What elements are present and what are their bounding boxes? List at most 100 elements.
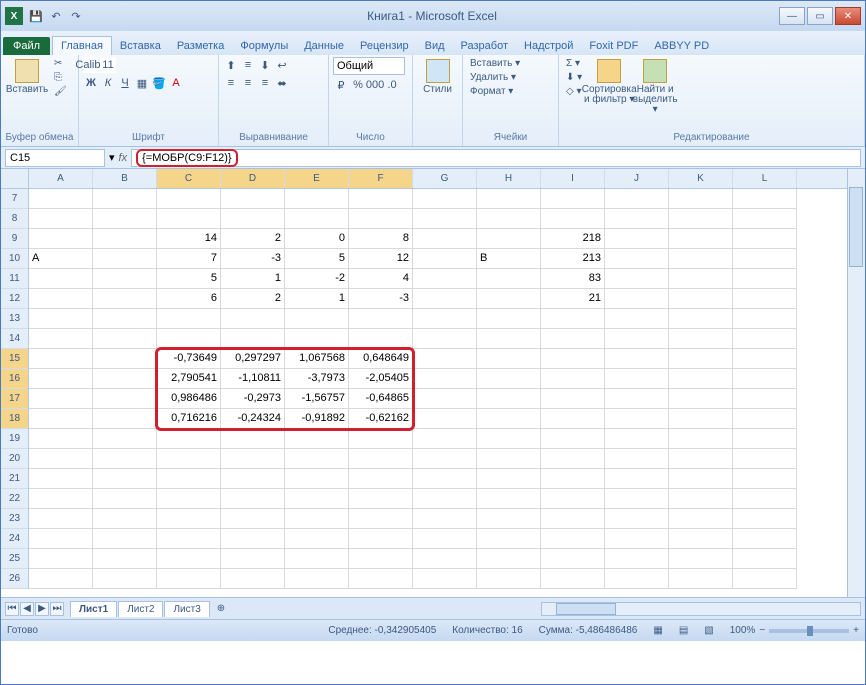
- row-header[interactable]: 8: [1, 209, 28, 229]
- sheet-nav-last-icon[interactable]: ⏭: [50, 602, 64, 616]
- tab-insert[interactable]: Вставка: [112, 37, 169, 55]
- sheet-nav-first-icon[interactable]: ⏮: [5, 602, 19, 616]
- cell[interactable]: -1,56757: [285, 389, 349, 409]
- maximize-button[interactable]: ▭: [807, 7, 833, 25]
- cell[interactable]: 21: [541, 289, 605, 309]
- redo-icon[interactable]: ↷: [67, 7, 85, 25]
- row-header[interactable]: 26: [1, 569, 28, 589]
- row-header[interactable]: 21: [1, 469, 28, 489]
- format-cells-button[interactable]: Формат ▾: [467, 85, 523, 98]
- row-header[interactable]: 25: [1, 549, 28, 569]
- col-header[interactable]: A: [29, 169, 93, 188]
- cell[interactable]: 1: [221, 269, 285, 289]
- font-color-button[interactable]: A: [168, 75, 184, 91]
- row-header[interactable]: 11: [1, 269, 28, 289]
- cell[interactable]: 2: [221, 229, 285, 249]
- row-header[interactable]: 22: [1, 489, 28, 509]
- percent-icon[interactable]: %: [350, 77, 366, 93]
- cell[interactable]: -3: [221, 249, 285, 269]
- insert-cells-button[interactable]: Вставить ▾: [467, 57, 523, 70]
- minimize-button[interactable]: —: [779, 7, 805, 25]
- row-header[interactable]: 13: [1, 309, 28, 329]
- col-header[interactable]: H: [477, 169, 541, 188]
- tab-layout[interactable]: Разметка: [169, 37, 233, 55]
- col-header[interactable]: E: [285, 169, 349, 188]
- cell[interactable]: 83: [541, 269, 605, 289]
- cell[interactable]: 1,067568: [285, 349, 349, 369]
- row-header[interactable]: 20: [1, 449, 28, 469]
- row-header[interactable]: 7: [1, 189, 28, 209]
- fill-button[interactable]: ⬇ ▾: [563, 71, 585, 84]
- cell[interactable]: 1: [285, 289, 349, 309]
- row-header[interactable]: 23: [1, 509, 28, 529]
- underline-button[interactable]: Ч: [117, 75, 133, 91]
- view-normal-icon[interactable]: ▦: [653, 625, 662, 636]
- cell[interactable]: -0,2973: [221, 389, 285, 409]
- tab-foxit[interactable]: Foxit PDF: [581, 37, 646, 55]
- cell[interactable]: 218: [541, 229, 605, 249]
- zoom-level[interactable]: 100%: [730, 625, 756, 636]
- tab-home[interactable]: Главная: [52, 36, 112, 55]
- row-header[interactable]: 14: [1, 329, 28, 349]
- number-format-combo[interactable]: Общий: [333, 57, 405, 75]
- cell[interactable]: 0,716216: [157, 409, 221, 429]
- fill-color-button[interactable]: 🪣: [151, 75, 167, 91]
- delete-cells-button[interactable]: Удалить ▾: [467, 71, 523, 84]
- view-pagebreak-icon[interactable]: ▧: [704, 625, 713, 636]
- find-select-button[interactable]: Найти и выделить ▾: [633, 57, 677, 117]
- new-sheet-icon[interactable]: ⊕: [211, 603, 231, 614]
- cell[interactable]: -0,64865: [349, 389, 413, 409]
- col-header[interactable]: K: [669, 169, 733, 188]
- sheet-nav-next-icon[interactable]: ▶: [35, 602, 49, 616]
- cell[interactable]: 0,648649: [349, 349, 413, 369]
- cell[interactable]: -0,62162: [349, 409, 413, 429]
- cut-icon[interactable]: ✂: [51, 57, 70, 70]
- row-header[interactable]: 19: [1, 429, 28, 449]
- cell[interactable]: 213: [541, 249, 605, 269]
- col-header[interactable]: F: [349, 169, 413, 188]
- cell[interactable]: -2: [285, 269, 349, 289]
- cell[interactable]: 14: [157, 229, 221, 249]
- row-header[interactable]: 9: [1, 229, 28, 249]
- tab-review[interactable]: Рецензир: [352, 37, 417, 55]
- cell[interactable]: -0,91892: [285, 409, 349, 429]
- wrap-icon[interactable]: ↩: [274, 57, 290, 73]
- col-header[interactable]: L: [733, 169, 797, 188]
- row-header[interactable]: 12: [1, 289, 28, 309]
- paste-button[interactable]: Вставить: [5, 57, 49, 97]
- select-all-corner[interactable]: [1, 169, 29, 189]
- align-right-icon[interactable]: ≡: [257, 75, 273, 91]
- horizontal-scrollbar[interactable]: [541, 602, 861, 616]
- autosum-button[interactable]: Σ ▾: [563, 57, 585, 70]
- cell[interactable]: 12: [349, 249, 413, 269]
- close-button[interactable]: ✕: [835, 7, 861, 25]
- align-left-icon[interactable]: ≡: [223, 75, 239, 91]
- cell[interactable]: 5: [157, 269, 221, 289]
- cell[interactable]: 0,986486: [157, 389, 221, 409]
- vertical-scrollbar[interactable]: [847, 169, 865, 597]
- col-header[interactable]: G: [413, 169, 477, 188]
- cell[interactable]: B: [477, 249, 541, 269]
- cell[interactable]: 8: [349, 229, 413, 249]
- cell[interactable]: -3,7973: [285, 369, 349, 389]
- align-mid-icon[interactable]: ≡: [240, 57, 256, 73]
- border-button[interactable]: ▦: [134, 75, 150, 91]
- row-header[interactable]: 15: [1, 349, 28, 369]
- cell[interactable]: 4: [349, 269, 413, 289]
- zoom-slider[interactable]: [769, 629, 849, 633]
- formula-bar[interactable]: {=МОБР(C9:F12)}: [131, 149, 861, 167]
- tab-addins[interactable]: Надстрой: [516, 37, 581, 55]
- font-size-combo[interactable]: 11: [100, 57, 116, 73]
- tab-developer[interactable]: Разработ: [453, 37, 516, 55]
- format-painter-icon[interactable]: 🖌: [51, 85, 70, 98]
- row-header[interactable]: 16: [1, 369, 28, 389]
- tab-formulas[interactable]: Формулы: [232, 37, 296, 55]
- comma-icon[interactable]: 000: [367, 77, 383, 93]
- zoom-out-button[interactable]: −: [759, 625, 765, 636]
- cell[interactable]: -0,24324: [221, 409, 285, 429]
- col-header[interactable]: D: [221, 169, 285, 188]
- cell[interactable]: 7: [157, 249, 221, 269]
- fx-icon[interactable]: fx: [115, 152, 132, 164]
- tab-abbyy[interactable]: ABBYY PD: [646, 37, 717, 55]
- merge-icon[interactable]: ⬌: [274, 75, 290, 91]
